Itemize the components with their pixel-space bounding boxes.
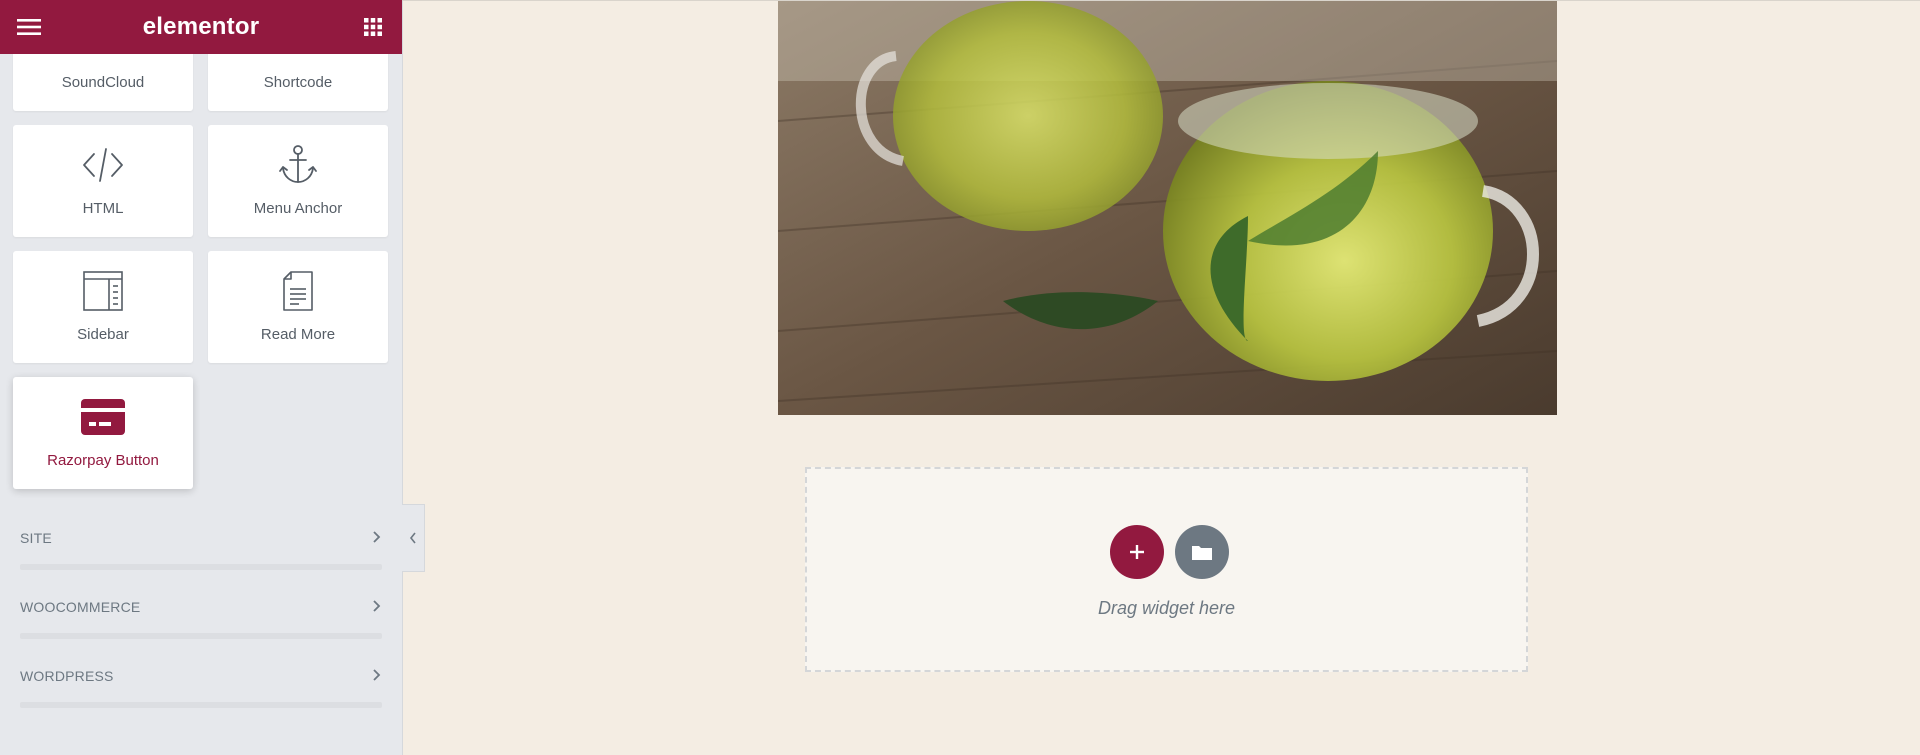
sidebar-icon [13, 269, 193, 313]
widget-sidebar[interactable]: Sidebar [13, 251, 193, 363]
widget-label: Shortcode [263, 74, 333, 91]
category-divider [20, 702, 382, 708]
widget-label: Sidebar [77, 326, 129, 343]
category-site[interactable]: SITE [20, 514, 382, 570]
hamburger-menu-icon[interactable] [16, 14, 42, 40]
panel-header: elementor [0, 0, 402, 54]
payment-card-icon [13, 395, 193, 439]
widget-label: Menu Anchor [253, 200, 343, 217]
chevron-right-icon [372, 599, 382, 618]
category-label: SITE [20, 530, 52, 546]
widget-read-more[interactable]: Read More [208, 251, 388, 363]
category-woocommerce[interactable]: WOOCOMMERCE [20, 583, 382, 639]
add-section-button[interactable] [1110, 525, 1164, 579]
category-divider [20, 564, 382, 570]
panel-collapse-button[interactable] [402, 504, 425, 572]
widget-label: Read More [260, 326, 336, 343]
chevron-left-icon [409, 532, 416, 544]
code-icon [13, 143, 193, 187]
chevron-right-icon [372, 668, 382, 687]
category-label: WORDPRESS [20, 668, 114, 684]
category-wordpress[interactable]: WORDPRESS [20, 652, 382, 708]
widget-razorpay-button[interactable]: Razorpay Button [13, 377, 193, 489]
widget-menu-anchor[interactable]: Menu Anchor [208, 125, 388, 237]
category-label: WOOCOMMERCE [20, 599, 141, 615]
widget-label: SoundCloud [61, 74, 145, 91]
widget-label: Razorpay Button [47, 452, 159, 469]
category-divider [20, 633, 382, 639]
document-icon [208, 269, 388, 313]
hero-image[interactable] [778, 1, 1557, 415]
widget-drop-zone[interactable]: Drag widget here [805, 467, 1528, 672]
plus-icon [1130, 545, 1144, 559]
add-template-button[interactable] [1175, 525, 1229, 579]
grid-apps-icon[interactable] [360, 14, 386, 40]
elementor-logo: elementor [142, 13, 260, 40]
widget-html[interactable]: HTML [13, 125, 193, 237]
drop-zone-text: Drag widget here [1097, 598, 1236, 618]
chevron-right-icon [372, 530, 382, 549]
folder-icon [1192, 546, 1212, 560]
elementor-panel: elementor SoundCloud Shortcode HTML Menu… [0, 0, 403, 755]
anchor-icon [208, 143, 388, 187]
widget-label: HTML [82, 200, 124, 217]
